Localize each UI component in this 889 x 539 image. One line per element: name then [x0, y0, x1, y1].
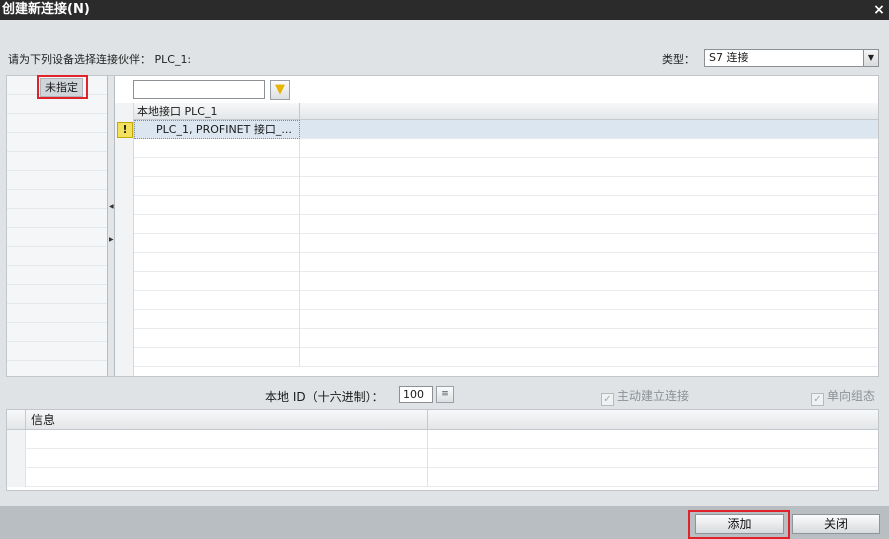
- partner-panel: 未指定 ◀ ▶ ▼ ! 本地接口 PLC_1 PLC_1, PROFINET 接…: [6, 75, 879, 377]
- create-connection-dialog: 请为下列设备选择连接伙伴： PLC_1: 类型： S7 连接 ▼ 未指定 ◀ ▶…: [0, 20, 889, 539]
- filter-bar: ▼: [115, 76, 878, 103]
- filter-input[interactable]: [133, 80, 265, 99]
- panel-splitter[interactable]: ◀ ▶: [107, 76, 115, 376]
- interface-cell[interactable]: PLC_1, PROFINET 接口_...: [134, 120, 300, 139]
- device-tree: 未指定: [7, 75, 107, 376]
- collapse-left-icon[interactable]: ◀: [109, 203, 114, 210]
- info-column-header[interactable]: 信息: [26, 410, 428, 430]
- type-select[interactable]: S7 连接 ▼: [704, 49, 879, 67]
- title-bar: 创建新连接(N) ×: [0, 0, 889, 20]
- partner-prompt: 请为下列设备选择连接伙伴： PLC_1:: [8, 53, 192, 66]
- grid-header: 本地接口 PLC_1: [134, 103, 878, 120]
- local-id-input[interactable]: 100: [399, 386, 433, 403]
- interface-grid: ! 本地接口 PLC_1 PLC_1, PROFINET 接口_...: [115, 103, 878, 376]
- highlight-box: [37, 75, 88, 99]
- row-gutter: [115, 103, 134, 376]
- info-table: 信息: [6, 409, 879, 491]
- window-title: 创建新连接(N): [2, 2, 90, 17]
- checkmark-icon: ✓: [601, 393, 614, 406]
- one-way-checkbox[interactable]: ✓ 单向组态: [811, 387, 875, 406]
- active-connection-label: 主动建立连接: [617, 389, 690, 403]
- local-interface-header[interactable]: 本地接口 PLC_1: [134, 103, 300, 120]
- local-id-label: 本地 ID（十六进制）：: [265, 390, 384, 404]
- highlight-box: [688, 510, 790, 539]
- expand-right-icon[interactable]: ▶: [109, 236, 114, 243]
- close-button[interactable]: 关闭: [792, 514, 880, 534]
- chevron-down-icon[interactable]: ▼: [863, 50, 878, 66]
- table-row[interactable]: PLC_1, PROFINET 接口_...: [134, 120, 878, 139]
- info-header: 信息: [7, 410, 878, 430]
- type-select-value: S7 连接: [709, 51, 749, 64]
- checkmark-icon: ✓: [811, 393, 824, 406]
- active-connection-checkbox[interactable]: ✓ 主动建立连接: [601, 387, 689, 406]
- filter-icon[interactable]: ▼: [270, 80, 290, 100]
- one-way-label: 单向组态: [827, 389, 876, 403]
- grid-body: PLC_1, PROFINET 接口_...: [134, 120, 878, 376]
- close-icon[interactable]: ×: [869, 0, 889, 20]
- warning-icon: !: [117, 122, 133, 138]
- spin-icon[interactable]: ≡: [436, 386, 454, 403]
- type-label: 类型：: [662, 53, 695, 66]
